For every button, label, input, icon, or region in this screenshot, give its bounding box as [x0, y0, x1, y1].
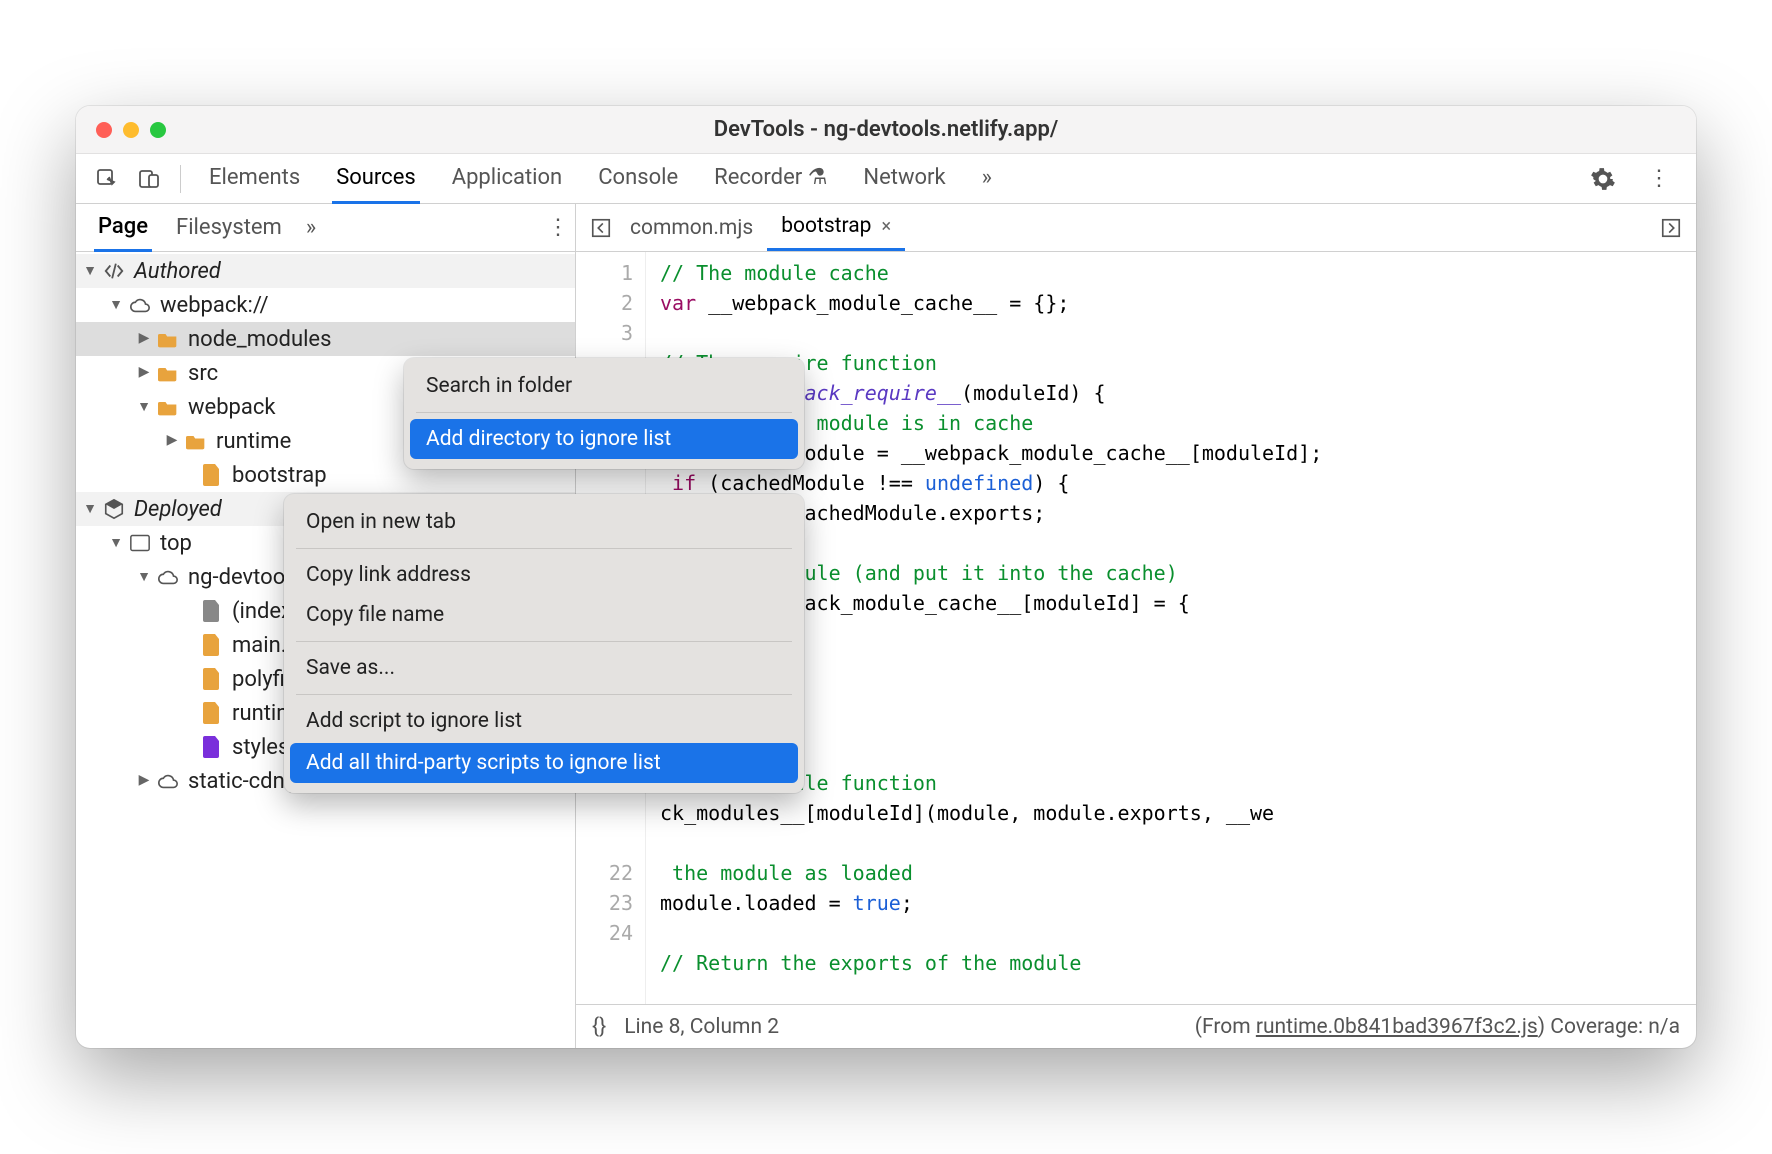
folder-open-icon: [156, 395, 180, 419]
coverage-info: (From runtime.0b841bad3967f3c2.js) Cover…: [1195, 1015, 1680, 1039]
menu-copy-filename[interactable]: Copy file name: [284, 595, 804, 635]
editor-tab-common[interactable]: common.mjs: [616, 206, 767, 250]
menu-save-as[interactable]: Save as...: [284, 648, 804, 688]
navigator-tabs: Page Filesystem » ⋮: [76, 204, 575, 252]
menu-copy-link[interactable]: Copy link address: [284, 555, 804, 595]
file-icon: [200, 701, 224, 725]
nav-tab-filesystem[interactable]: Filesystem: [172, 205, 286, 250]
tree-item[interactable]: webpack://: [76, 288, 575, 322]
tab-elements[interactable]: Elements: [205, 154, 304, 204]
device-toggle-icon[interactable]: [131, 161, 167, 197]
titlebar: DevTools - ng-devtools.netlify.app/: [76, 106, 1696, 154]
devtools-window: DevTools - ng-devtools.netlify.app/ Elem…: [76, 106, 1696, 1048]
cloud-icon: [128, 293, 152, 317]
file-icon: [200, 735, 224, 759]
window-title: DevTools - ng-devtools.netlify.app/: [96, 117, 1676, 142]
folder-icon: [184, 429, 208, 453]
nav-tab-page[interactable]: Page: [94, 204, 152, 252]
panel-tabs: Elements Sources Application Console Rec…: [205, 154, 1582, 204]
file-icon: [200, 633, 224, 657]
menu-separator: [296, 694, 792, 695]
menu-add-all-third-party-ignore[interactable]: Add all third-party scripts to ignore li…: [290, 743, 798, 783]
folder-icon: [156, 361, 180, 385]
file-icon: [200, 599, 224, 623]
pretty-print-icon[interactable]: {}: [592, 1015, 606, 1039]
nav-forward-icon[interactable]: [1656, 217, 1686, 239]
menu-add-script-ignore[interactable]: Add script to ignore list: [284, 701, 804, 741]
more-nav-tabs-icon[interactable]: »: [306, 215, 316, 240]
menu-search-in-folder[interactable]: Search in folder: [404, 366, 804, 406]
menu-separator: [416, 412, 792, 413]
kebab-menu-icon[interactable]: ⋮: [1641, 161, 1677, 197]
tab-sources[interactable]: Sources: [332, 154, 420, 204]
file-icon: [200, 463, 224, 487]
file-icon: [200, 667, 224, 691]
settings-icon[interactable]: [1585, 161, 1621, 197]
nav-kebab-icon[interactable]: ⋮: [547, 215, 569, 240]
main-toolbar: Elements Sources Application Console Rec…: [76, 154, 1696, 204]
menu-separator: [296, 641, 792, 642]
tab-application[interactable]: Application: [448, 154, 566, 204]
tab-recorder[interactable]: Recorder ⚗: [710, 154, 831, 204]
tab-console[interactable]: Console: [594, 154, 682, 204]
tab-network[interactable]: Network: [859, 154, 949, 204]
menu-add-directory-ignore[interactable]: Add directory to ignore list: [410, 419, 798, 459]
folder-icon: [156, 327, 180, 351]
tree-section-authored[interactable]: Authored: [76, 254, 575, 288]
editor-tab-bootstrap[interactable]: bootstrap ×: [767, 204, 905, 251]
source-link[interactable]: runtime.0b841bad3967f3c2.js: [1256, 1015, 1538, 1039]
cursor-position: Line 8, Column 2: [624, 1015, 779, 1039]
separator: [180, 165, 181, 193]
flask-icon: ⚗: [808, 165, 828, 190]
cloud-icon: [156, 769, 180, 793]
frame-icon: [128, 531, 152, 555]
deployed-icon: [102, 497, 126, 521]
nav-back-icon[interactable]: [586, 217, 616, 239]
menu-separator: [296, 548, 792, 549]
statusbar: {} Line 8, Column 2 (From runtime.0b841b…: [576, 1004, 1696, 1048]
cloud-icon: [156, 565, 180, 589]
tree-item-node-modules[interactable]: node_modules: [76, 322, 575, 356]
more-tabs-icon[interactable]: »: [978, 154, 996, 204]
menu-open-new-tab[interactable]: Open in new tab: [284, 502, 804, 542]
close-tab-icon[interactable]: ×: [881, 216, 891, 237]
code-icon: [102, 259, 126, 283]
inspect-icon[interactable]: [89, 161, 125, 197]
editor-tabs: common.mjs bootstrap ×: [576, 204, 1696, 252]
context-menu-file: Open in new tab Copy link address Copy f…: [284, 494, 804, 793]
context-menu-folder: Search in folder Add directory to ignore…: [404, 358, 804, 469]
